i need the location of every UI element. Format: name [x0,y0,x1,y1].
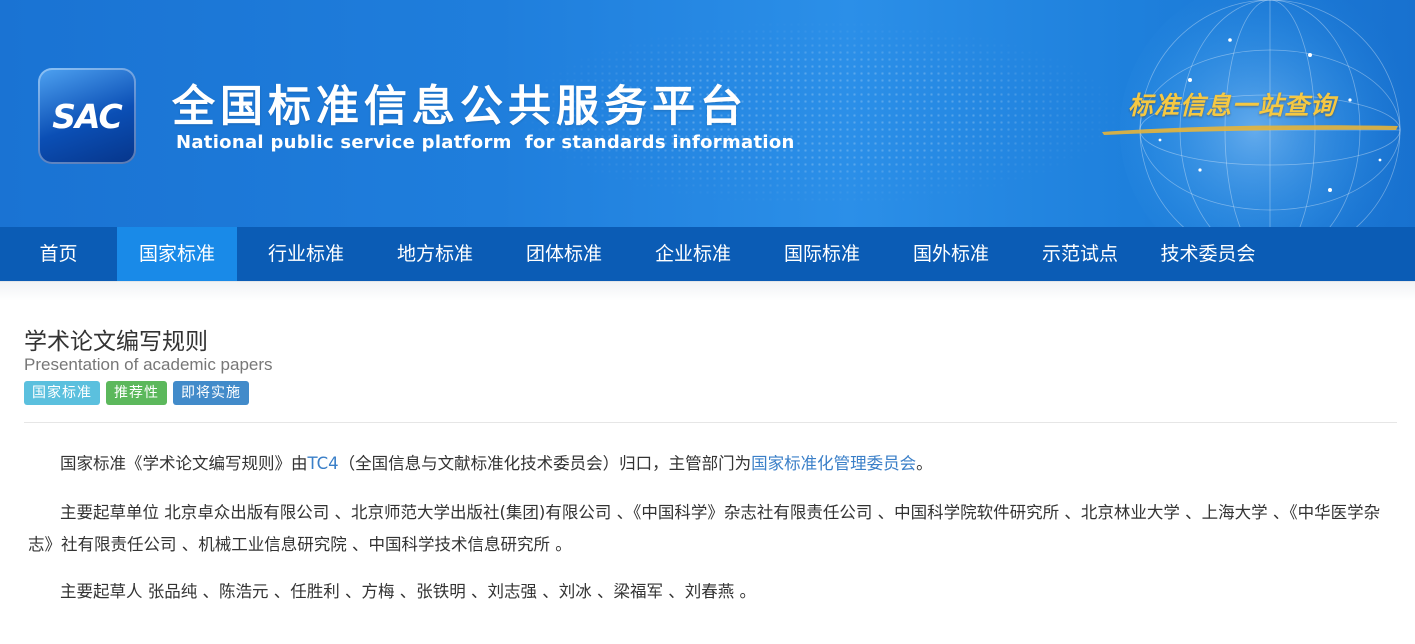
nav-item-national-standards[interactable]: 国家标准 [117,227,237,281]
site-banner: SAC 全国标准信息公共服务平台 National public service… [0,0,1415,227]
main-nav: 首页 国家标准 行业标准 地方标准 团体标准 企业标准 国际标准 国外标准 示范… [0,227,1415,281]
description-drafting-units: 主要起草单位 北京卓众出版有限公司 、北京师范大学出版社(集团)有限公司 、《中… [28,497,1398,561]
badge-national-standard: 国家标准 [24,381,100,405]
sac-logo[interactable]: SAC [38,68,136,164]
drafters-text: 主要起草人 张品纯 、陈浩元 、任胜利 、方梅 、张铁明 、刘志强 、刘冰 、梁… [60,582,756,601]
nav-shadow [0,281,1415,301]
p1-text-end: 。 [916,454,933,473]
nav-item-foreign-standards[interactable]: 国外标准 [891,227,1011,281]
slogan-brush-stroke [1102,125,1398,135]
description-committee: 国家标准《学术论文编写规则》由TC4（全国信息与文献标准化技术委员会）归口，主管… [28,448,1398,480]
nav-item-local-standards[interactable]: 地方标准 [375,227,495,281]
p1-text-before: 国家标准《学术论文编写规则》由 [60,454,308,473]
nav-item-industry-standards[interactable]: 行业标准 [237,227,375,281]
nav-item-home[interactable]: 首页 [0,227,117,281]
nav-item-pilot-demo[interactable]: 示范试点 [1011,227,1149,281]
site-subtitle: National public service platform for sta… [176,132,795,153]
nav-item-group-standards[interactable]: 团体标准 [495,227,633,281]
description-drafters: 主要起草人 张品纯 、陈浩元 、任胜利 、方梅 、张铁明 、刘志强 、刘冰 、梁… [28,576,1398,608]
standard-title-en: Presentation of academic papers [24,355,273,374]
standard-badges: 国家标准 推荐性 即将实施 [24,381,249,405]
nav-item-technical-committees[interactable]: 技术委员会 [1149,227,1267,281]
drafting-units-text: 主要起草单位 北京卓众出版有限公司 、北京师范大学出版社(集团)有限公司 、《中… [28,503,1381,554]
sac-department-link[interactable]: 国家标准化管理委员会 [751,454,916,473]
nav-item-enterprise-standards[interactable]: 企业标准 [633,227,753,281]
badge-upcoming: 即将实施 [173,381,249,405]
p1-text-middle: （全国信息与文献标准化技术委员会）归口，主管部门为 [338,454,752,473]
logo-text: SAC [52,96,123,136]
site-slogan: 标准信息一站查询 [1128,91,1337,120]
content-divider [24,422,1397,423]
tc4-link[interactable]: TC4 [308,454,339,473]
nav-item-international-standards[interactable]: 国际标准 [753,227,891,281]
standard-title: 学术论文编写规则 [24,329,208,355]
badge-recommended: 推荐性 [106,381,167,405]
site-title: 全国标准信息公共服务平台 [172,82,748,132]
